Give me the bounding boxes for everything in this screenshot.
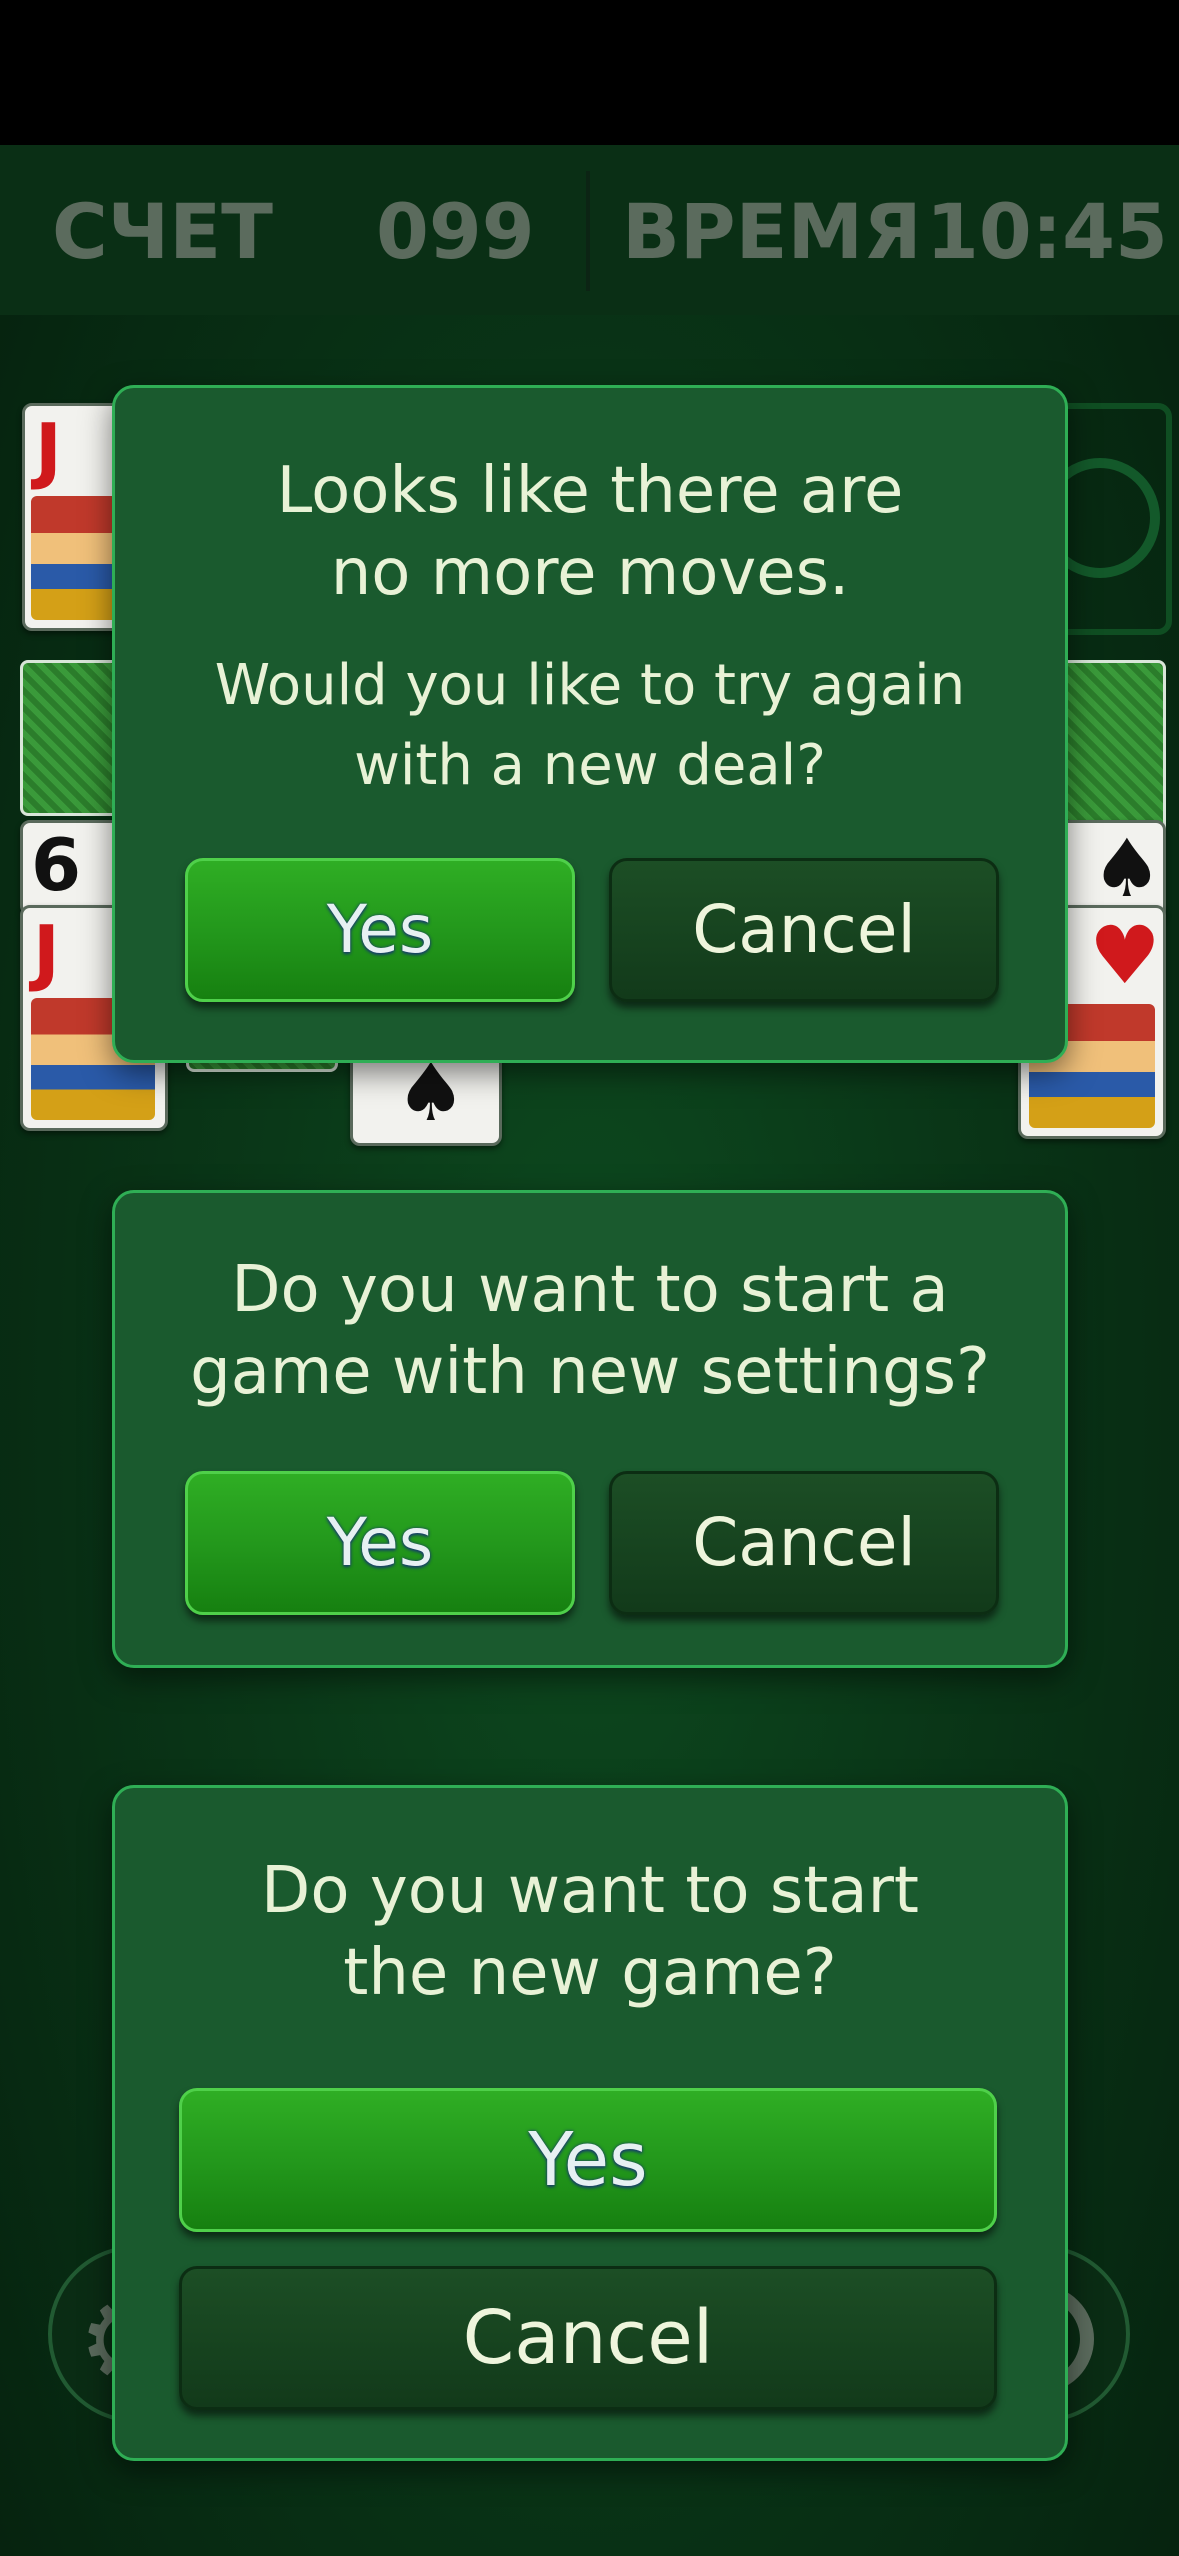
score-bar: СЧЕТ 099 ВРЕМЯ 10:45 — [0, 145, 1179, 315]
heart-suit-icon: ♥ — [1089, 909, 1161, 1002]
dialog-new-settings: Do you want to start a game with new set… — [112, 1190, 1068, 1668]
yes-button[interactable]: Yes — [185, 858, 575, 1002]
card-rank: J — [33, 910, 60, 994]
yes-button[interactable]: Yes — [185, 1471, 575, 1615]
score-divider — [586, 171, 590, 291]
dialog-new-game: Do you want to start the new game? Yes C… — [112, 1785, 1068, 2461]
time-label: ВРЕМЯ — [622, 187, 922, 276]
spade-suit-icon: ♠ — [395, 1046, 467, 1139]
time-value: 10:45 — [926, 187, 1168, 276]
card-rank: J — [35, 408, 62, 492]
spade-suit-icon: ♠ — [1091, 822, 1163, 915]
cancel-button[interactable]: Cancel — [609, 1471, 999, 1615]
dialog-no-more-moves: Looks like there are no more moves. Woul… — [112, 385, 1068, 1063]
dialog-message: Do you want to start a game with new set… — [190, 1253, 990, 1409]
yes-button[interactable]: Yes — [179, 2088, 997, 2232]
dialog-message: Do you want to start the new game? — [261, 1854, 919, 2010]
score-value: 099 — [376, 187, 535, 276]
dialog-title: Looks like there are no more moves. — [276, 454, 904, 610]
dialog-message: Would you like to try again with a new d… — [214, 653, 966, 798]
cancel-button[interactable]: Cancel — [179, 2266, 997, 2410]
cancel-button[interactable]: Cancel — [609, 858, 999, 1002]
score-label: СЧЕТ — [52, 187, 273, 276]
card-rank: 6 — [31, 823, 82, 907]
status-bar — [0, 0, 1179, 145]
